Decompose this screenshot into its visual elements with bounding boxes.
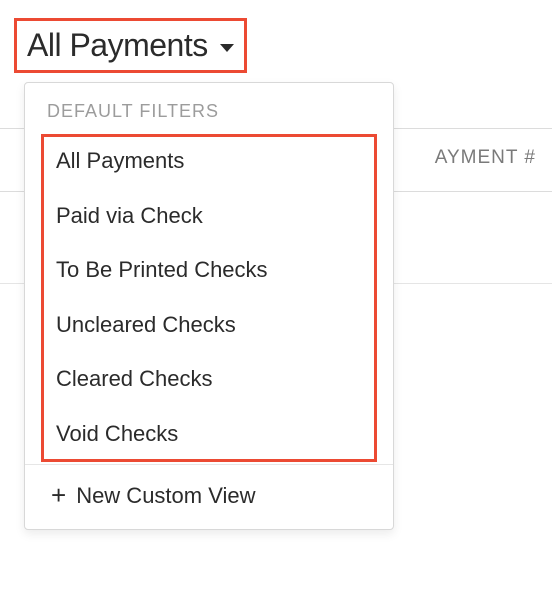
filter-dropdown-label: All Payments (27, 27, 208, 64)
filter-option-uncleared-checks[interactable]: Uncleared Checks (44, 298, 374, 353)
caret-down-icon (220, 44, 234, 52)
filter-option-to-be-printed-checks[interactable]: To Be Printed Checks (44, 243, 374, 298)
filter-option-cleared-checks[interactable]: Cleared Checks (44, 352, 374, 407)
new-custom-view-button[interactable]: + New Custom View (25, 465, 393, 529)
column-header-payment: AYMENT # (435, 147, 536, 169)
filter-dropdown-trigger[interactable]: All Payments (14, 18, 247, 73)
plus-icon: + (51, 485, 66, 506)
filter-option-paid-via-check[interactable]: Paid via Check (44, 189, 374, 244)
filter-option-all-payments[interactable]: All Payments (44, 137, 374, 189)
default-filters-group: All Payments Paid via Check To Be Printe… (41, 134, 377, 462)
filter-dropdown-panel: DEFAULT FILTERS All Payments Paid via Ch… (24, 82, 394, 530)
dropdown-section-header: DEFAULT FILTERS (25, 83, 393, 134)
filter-option-void-checks[interactable]: Void Checks (44, 407, 374, 459)
new-custom-view-label: New Custom View (76, 483, 255, 509)
